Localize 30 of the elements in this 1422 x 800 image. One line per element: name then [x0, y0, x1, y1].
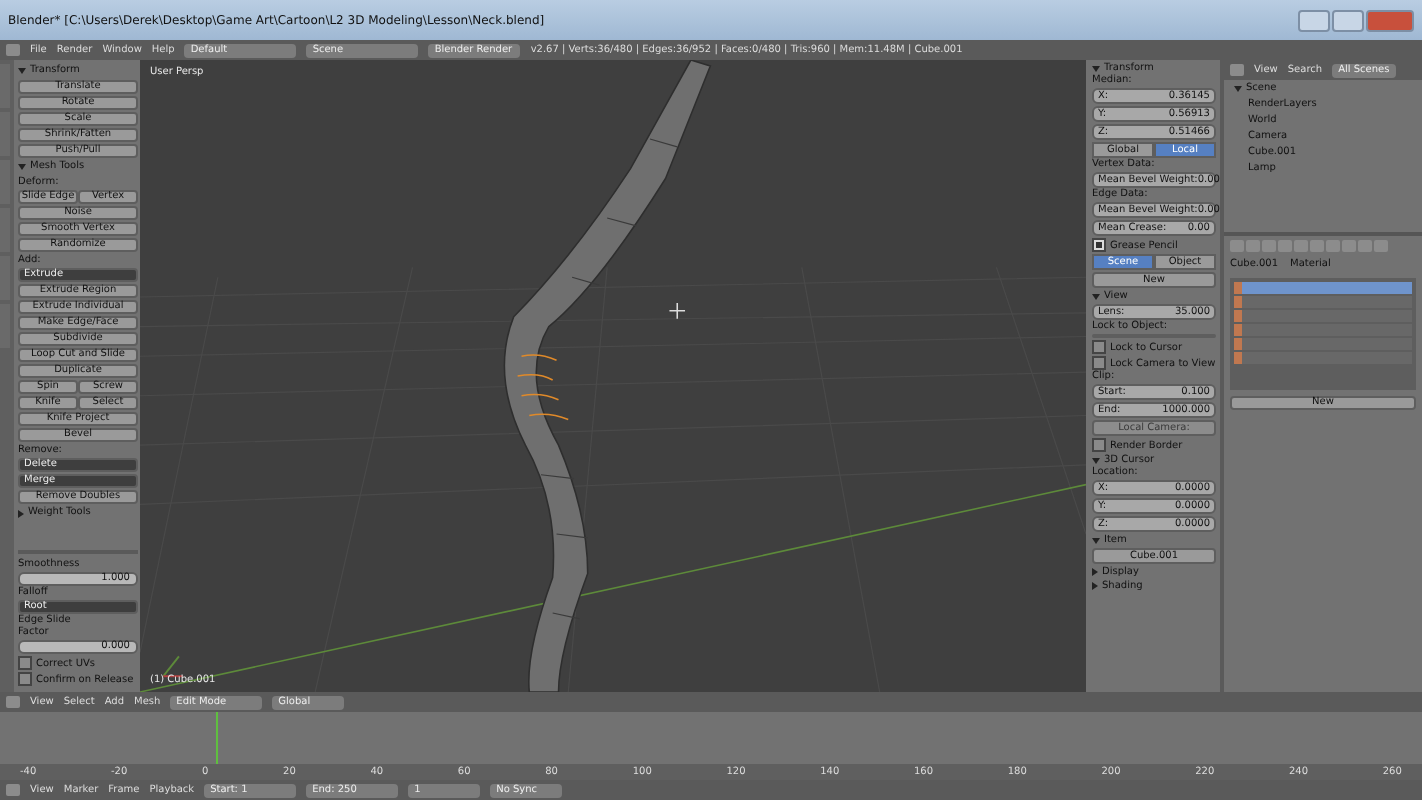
playhead-marker[interactable] [216, 712, 218, 764]
material-slot[interactable] [1234, 324, 1412, 336]
minimize-button[interactable] [1298, 9, 1330, 31]
checkbox[interactable] [18, 672, 32, 686]
material-slot[interactable] [1234, 310, 1412, 322]
editor-type-icon[interactable] [1230, 64, 1244, 76]
checkbox[interactable] [1092, 356, 1106, 370]
disclosure-triangle-icon[interactable] [18, 68, 26, 74]
material-slot[interactable] [1234, 352, 1412, 364]
axis-gizmo-icon [162, 655, 184, 678]
material-slot[interactable] [1234, 282, 1412, 294]
checkbox[interactable] [1092, 438, 1106, 452]
3d-cursor-icon [668, 302, 686, 320]
disclosure-triangle-icon[interactable] [18, 509, 24, 517]
checkbox[interactable] [1092, 340, 1106, 354]
disclosure-triangle-icon[interactable] [1092, 568, 1098, 576]
disclosure-triangle-icon[interactable] [1092, 457, 1100, 463]
checkbox[interactable] [18, 656, 32, 670]
editor-type-icon[interactable] [6, 696, 20, 708]
checkbox[interactable] [1092, 238, 1106, 252]
editor-type-icon[interactable] [6, 44, 20, 56]
disclosure-triangle-icon[interactable] [1092, 65, 1100, 71]
material-slot[interactable] [1234, 338, 1412, 350]
disclosure-triangle-icon[interactable] [1234, 85, 1242, 91]
disclosure-triangle-icon[interactable] [18, 164, 26, 170]
material-slot[interactable] [1234, 296, 1412, 308]
editor-type-icon[interactable] [6, 784, 20, 796]
close-button[interactable] [1366, 9, 1414, 31]
disclosure-triangle-icon[interactable] [1092, 582, 1098, 590]
maximize-button[interactable] [1332, 9, 1364, 31]
